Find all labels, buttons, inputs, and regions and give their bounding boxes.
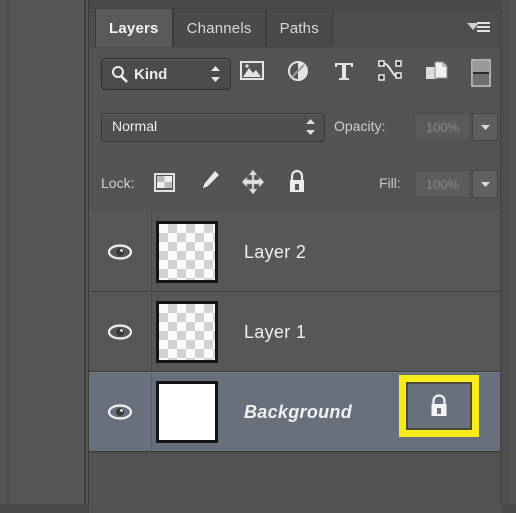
tab-layers[interactable]: Layers (95, 9, 173, 47)
eye-visibility-icon (107, 404, 133, 420)
layer-visibility-toggle[interactable] (89, 373, 152, 451)
panel-scroll-edge[interactable] (500, 0, 509, 504)
type-t-icon[interactable] (331, 56, 357, 86)
chevron-down-icon (480, 182, 490, 187)
layer-filter-row: Kind (89, 48, 501, 101)
opacity-input[interactable]: 100% (414, 113, 471, 141)
fill-input[interactable]: 100% (414, 170, 471, 198)
table-row[interactable]: Background (89, 372, 501, 452)
filter-kind-dropdown[interactable]: Kind (101, 58, 231, 90)
chevron-down-icon (480, 125, 490, 130)
lock-position-button[interactable] (239, 167, 267, 197)
opacity-stepper[interactable] (472, 113, 498, 141)
panel-tab-strip: Layers Channels Paths (89, 0, 501, 49)
smart-object-icon[interactable] (423, 56, 449, 86)
layer-name[interactable]: Background (244, 402, 352, 423)
photoshop-layers-panel-screenshot: Layers Channels Paths Kind Normal Opacit… (0, 0, 516, 513)
opacity-label: Opacity: (334, 118, 386, 134)
panel-tabs: Layers Channels Paths (95, 9, 333, 47)
filter-enable-toggle-icon[interactable] (470, 57, 492, 89)
blend-mode-value: Normal (112, 118, 158, 134)
panel-menu-icon[interactable] (465, 20, 491, 38)
eye-visibility-icon (107, 324, 133, 340)
document-edge-left (7, 0, 9, 504)
lock-image-pixels-button[interactable] (195, 167, 223, 197)
layers-panel: Layers Channels Paths Kind Normal Opacit… (88, 0, 509, 513)
table-row[interactable]: Layer 1 (89, 292, 501, 372)
layer-thumbnail[interactable] (156, 301, 218, 363)
lock-buttons (151, 167, 311, 197)
eye-visibility-icon (107, 244, 133, 260)
lock-transparent-pixels-button[interactable] (151, 167, 179, 197)
layer-thumbnail[interactable] (156, 381, 218, 443)
tab-channels[interactable]: Channels (172, 9, 266, 47)
filter-type-buttons (239, 56, 449, 86)
up-down-arrows-icon (210, 66, 221, 87)
layer-visibility-toggle[interactable] (89, 213, 152, 291)
layer-visibility-toggle[interactable] (89, 293, 152, 371)
layer-name[interactable]: Layer 2 (244, 242, 306, 263)
shape-path-icon[interactable] (377, 56, 403, 86)
adjustment-circle-icon[interactable] (285, 56, 311, 86)
image-icon[interactable] (239, 56, 265, 86)
table-row[interactable]: Layer 2 (89, 212, 501, 292)
document-area (0, 0, 88, 504)
layer-thumbnail[interactable] (156, 221, 218, 283)
filter-kind-label: Kind (134, 65, 168, 83)
up-down-arrows-icon (305, 119, 316, 140)
document-edge-right (84, 0, 86, 504)
lock-label: Lock: (101, 175, 135, 191)
fill-label: Fill: (379, 175, 401, 191)
layer-list: Layer 2 Layer 1 Background (89, 212, 501, 513)
blend-mode-dropdown[interactable]: Normal (101, 113, 325, 142)
lock-all-button[interactable] (283, 167, 311, 197)
layer-name[interactable]: Layer 1 (244, 322, 306, 343)
tab-paths[interactable]: Paths (265, 9, 333, 47)
fill-stepper[interactable] (472, 170, 498, 198)
blend-mode-row: Normal Opacity: 100% (89, 100, 501, 156)
padlock-icon (431, 394, 447, 416)
annotation-highlight-rectangle (399, 375, 479, 437)
locked-layer-lock-indicator[interactable] (406, 382, 472, 430)
magnifier-icon (110, 64, 130, 89)
lock-row: Lock: Fill: 100% (89, 155, 501, 213)
